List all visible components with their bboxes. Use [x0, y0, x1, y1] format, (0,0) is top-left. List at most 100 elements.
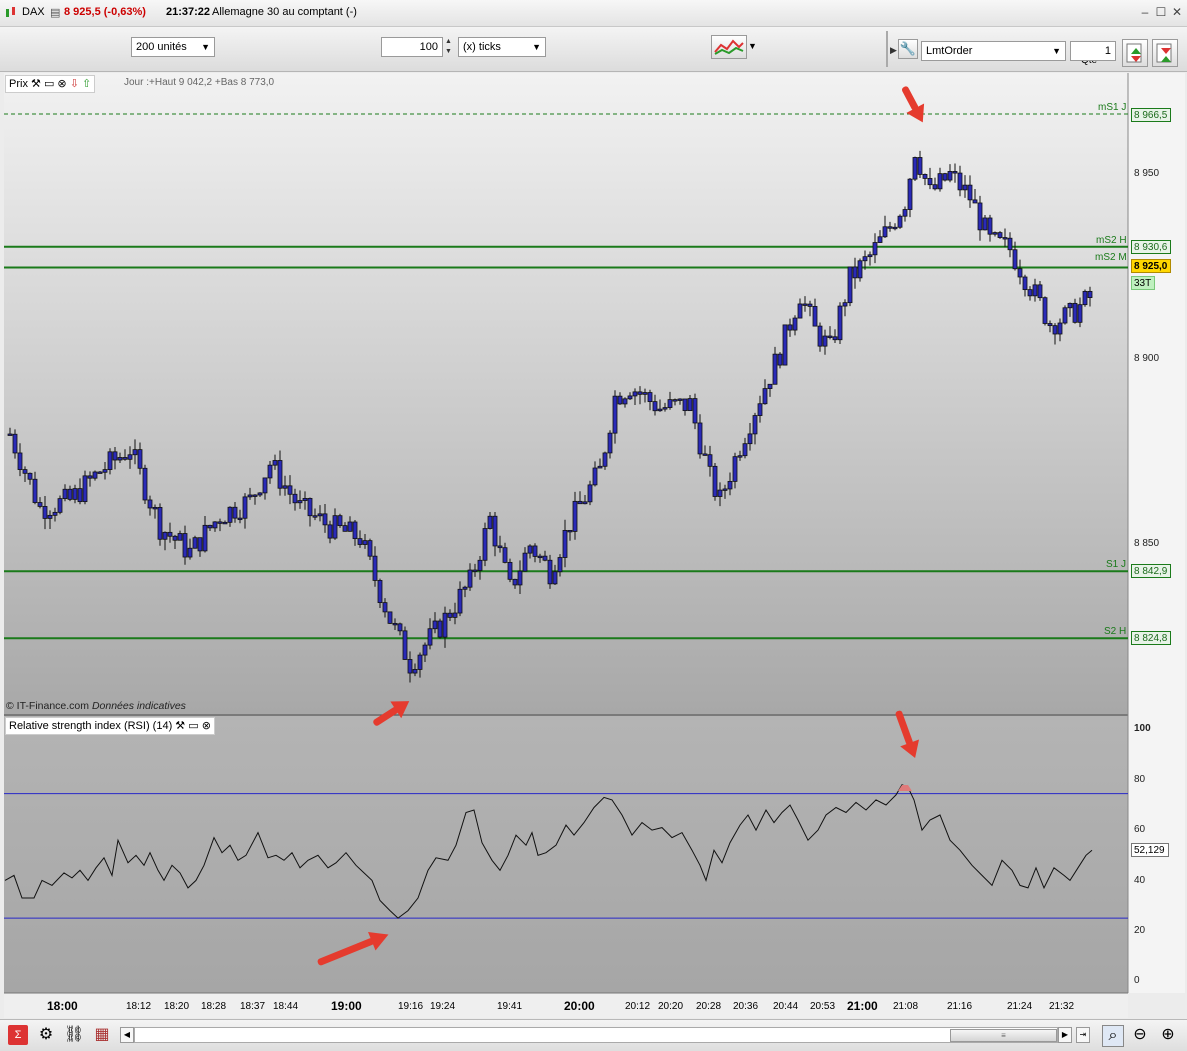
candle-body: [867, 254, 873, 258]
level-name: mS2 H: [1096, 235, 1127, 246]
sell-button[interactable]: [1152, 39, 1178, 67]
candle-body: [447, 612, 453, 618]
candle-body: [242, 496, 248, 519]
candle-body: [1052, 325, 1058, 335]
ticks-unit-select[interactable]: (x) ticks ▼: [458, 37, 546, 57]
candle-body: [152, 507, 158, 510]
candle-body: [377, 580, 383, 604]
candle-body: [542, 555, 548, 561]
candle-body: [922, 173, 928, 179]
minimize-icon[interactable]: –: [1138, 5, 1152, 19]
candle-body: [462, 586, 468, 590]
candle-body: [1062, 307, 1068, 324]
candle-body: [227, 506, 233, 523]
scroll-right-button[interactable]: ▶: [1058, 1027, 1072, 1043]
window-icon[interactable]: ▭: [188, 720, 198, 732]
move-up-icon[interactable]: ⇧: [82, 78, 91, 90]
maximize-icon[interactable]: ☐: [1154, 5, 1168, 19]
candle-body: [457, 588, 463, 614]
candle-body: [672, 399, 678, 402]
candle-body: [837, 305, 843, 341]
time-axis-label: 21:24: [1007, 1001, 1033, 1012]
chart-type-button[interactable]: [711, 35, 747, 59]
candle-body: [782, 324, 788, 366]
ticks-count-badge: 33T: [1131, 276, 1155, 290]
drawing-tool-icon[interactable]: ⚙: [36, 1025, 56, 1045]
symbol-label: DAX: [22, 6, 45, 18]
candle-body: [882, 226, 888, 238]
candle-body: [232, 506, 238, 519]
candle-body: [112, 451, 118, 461]
candle-body: [132, 449, 138, 456]
level-tag: 8 842,9: [1131, 564, 1171, 578]
quantity-input[interactable]: 1: [1070, 41, 1116, 61]
candle-body: [1037, 284, 1043, 299]
price-change: 8 925,5 (-0,63%): [64, 6, 146, 18]
candle-body: [87, 475, 93, 479]
candle-body: [182, 533, 188, 558]
ticks-stepper-icon[interactable]: ▲ ▼: [445, 37, 455, 57]
candle-body: [1087, 290, 1093, 298]
buy-button[interactable]: [1122, 39, 1148, 67]
collapse-arrow-icon[interactable]: ▶: [890, 45, 897, 56]
candle-body: [602, 452, 608, 467]
candle-body: [902, 209, 908, 217]
ticks-value-input[interactable]: 100: [381, 37, 443, 57]
close-icon[interactable]: ✕: [1170, 5, 1184, 19]
time-axis-label: 19:24: [430, 1001, 456, 1012]
scroll-end-button[interactable]: ⇥: [1076, 1027, 1090, 1043]
wrench-icon[interactable]: ⚒: [31, 78, 41, 90]
candle-body: [47, 514, 53, 519]
candle-body: [287, 485, 293, 495]
close-panel-icon[interactable]: ⊗: [57, 78, 66, 90]
toolbox-icon[interactable]: ▦: [92, 1025, 112, 1045]
price-panel-header: Prix ⚒ ▭ ⊗ ⇩ ⇧: [5, 75, 96, 93]
scroll-left-button[interactable]: ◀: [120, 1027, 134, 1043]
instrument-name: Allemagne 30 au comptant (-): [212, 6, 357, 18]
zoom-out-icon[interactable]: ⊖: [1130, 1025, 1150, 1045]
candle-body: [897, 215, 903, 228]
candle-body: [37, 502, 43, 507]
zoom-fit-icon[interactable]: ⌕: [1102, 1025, 1124, 1047]
time-axis-label: 18:28: [201, 1001, 227, 1012]
wrench-icon[interactable]: ⚒: [175, 720, 185, 732]
candle-body: [207, 524, 213, 529]
scroll-thumb[interactable]: ≡: [950, 1029, 1057, 1042]
candle-body: [662, 407, 668, 410]
candle-body: [707, 454, 713, 467]
time-axis-label: 18:20: [164, 1001, 190, 1012]
candle-body: [167, 531, 173, 537]
candle-body: [1057, 322, 1063, 335]
wrench-icon[interactable]: 🔧: [898, 39, 918, 59]
chevron-down-icon[interactable]: ▼: [748, 41, 757, 51]
buy-order-icon: [1126, 43, 1142, 63]
zoom-in-icon[interactable]: ⊕: [1158, 1025, 1178, 1045]
units-select[interactable]: 200 unités ▼: [131, 37, 215, 57]
ticks-value: 100: [419, 41, 438, 53]
candle-body: [712, 465, 718, 497]
disclaimer-text: Données indicatives: [91, 700, 186, 712]
time-axis-label: 20:20: [658, 1001, 684, 1012]
time-scrollbar[interactable]: ≡: [134, 1027, 1058, 1043]
close-panel-icon[interactable]: ⊗: [202, 720, 211, 732]
candle-body: [552, 571, 558, 585]
price-grid-label: 8 900: [1134, 353, 1160, 364]
candle-body: [482, 528, 488, 561]
candle-body: [307, 497, 313, 517]
move-down-icon[interactable]: ⇩: [70, 78, 79, 90]
candle-body: [52, 511, 58, 516]
price-chart[interactable]: [0, 73, 1187, 1018]
window-icon[interactable]: ▭: [44, 78, 54, 90]
candle-body: [1077, 304, 1083, 323]
indicator-icon[interactable]: Σ: [8, 1025, 28, 1045]
time-axis-label: 19:16: [398, 1001, 424, 1012]
candle-body: [727, 480, 733, 490]
link-icon[interactable]: ⛓: [64, 1025, 84, 1045]
candle-body: [762, 388, 768, 405]
candle-body: [517, 570, 523, 586]
order-type-select[interactable]: LmtOrder ▼: [921, 41, 1066, 61]
rsi-axis-label: 100: [1134, 723, 1151, 734]
candle-body: [787, 324, 793, 331]
candle-body: [252, 494, 258, 497]
candle-body: [322, 513, 328, 526]
